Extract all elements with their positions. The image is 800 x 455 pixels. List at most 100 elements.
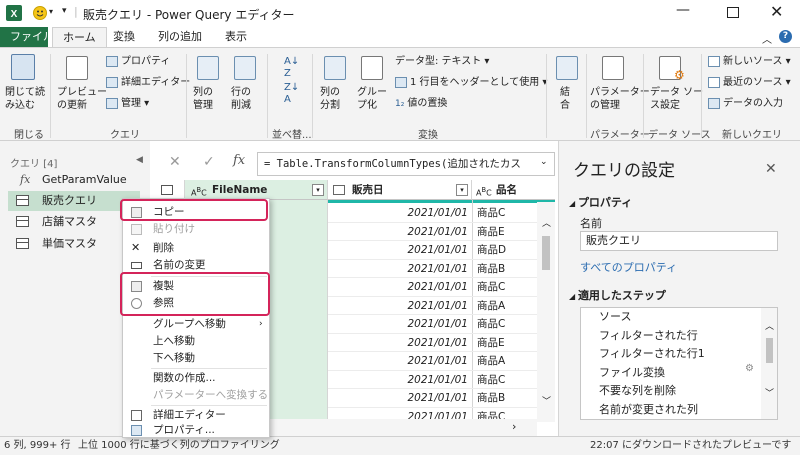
feedback-dropdown-icon[interactable]: ▾ [49,7,53,16]
cancel-formula-icon[interactable]: ✕ [169,154,181,170]
tab-view[interactable]: 表示 [215,27,257,47]
menu-item-create-function[interactable]: 関数の作成... [123,370,269,387]
filter-dropdown-icon[interactable]: ▾ [312,184,324,196]
tab-file[interactable]: ファイル [0,27,54,47]
close-and-load-button[interactable]: 閉じて読 み込む [5,86,45,112]
reduce-rows-button[interactable]: 行の 削減 [231,86,251,112]
applied-step-item[interactable]: ファイル変換 [599,364,665,382]
data-source-settings-button[interactable]: データ ソー ス設定 [650,86,703,112]
all-properties-link[interactable]: すべてのプロパティ [580,259,677,275]
menu-item-delete[interactable]: ✕ 削除 [123,240,269,257]
smiley-feedback-icon[interactable] [33,6,47,20]
data-type-dropdown[interactable]: データ型: テキスト ▾ [395,54,489,70]
filter-dropdown-icon[interactable]: ▾ [456,184,468,196]
replace-values-button[interactable]: 1₂ 値の置換 [395,96,447,112]
group-by-button[interactable]: グルー プ化 [357,86,387,112]
scroll-up-icon[interactable]: ︿ [542,216,551,229]
scrollbar-thumb[interactable] [766,338,773,363]
cell-sales-date[interactable]: 2021/01/01 [328,241,468,260]
cell-product[interactable]: 商品E [477,223,535,242]
confirm-formula-icon[interactable]: ✓ [203,154,215,170]
column-header-filename[interactable]: ABC FileName ▾ [185,180,328,200]
split-column-button[interactable]: 列の 分割 [320,86,340,112]
expand-formula-icon[interactable]: ⌄ [540,157,548,167]
vertical-scrollbar[interactable]: ︿ ﹀ [537,202,555,422]
advanced-editor-button[interactable]: 詳細エディター [106,75,190,91]
cell-sales-date[interactable]: 2021/01/01 [328,260,468,279]
steps-scrollbar[interactable]: ︿ ﹀ [761,308,777,419]
insert-function-icon[interactable]: fx [233,153,245,168]
manage-parameters-button[interactable]: パラメーター の管理 [590,86,650,112]
recent-sources-button[interactable]: 最近のソース ▾ [708,75,791,91]
table-menu-button[interactable] [155,180,185,200]
menu-item-paste[interactable]: 貼り付け [123,221,269,238]
cell-sales-date[interactable]: 2021/01/01 [328,371,468,390]
scroll-up-icon[interactable]: ︿ [765,319,774,332]
use-first-row-header-button[interactable]: 1 行目をヘッダーとして使用 ▾ [395,75,547,91]
maximize-button[interactable] [727,7,739,18]
enter-data-button[interactable]: データの入力 [708,96,783,112]
choose-columns-button[interactable]: 列の 管理 [193,86,213,112]
minimize-button[interactable]: — [676,2,690,18]
manage-button[interactable]: 管理 ▾ [106,96,149,112]
status-profiling-basis[interactable]: 上位 1000 行に基づく列のプロファイリング [78,437,280,455]
cell-sales-date[interactable]: 2021/01/01 [328,297,468,316]
menu-item-move-down[interactable]: 下へ移動 [123,350,269,367]
properties-section-header[interactable]: ◢ プロパティ [569,194,632,210]
cell-sales-date[interactable]: 2021/01/01 [328,334,468,353]
cell-sales-date[interactable]: 2021/01/01 [328,223,468,242]
collapse-ribbon-icon[interactable]: ︿ [762,31,772,46]
cell-product[interactable]: 商品A [477,352,535,371]
cell-sales-date[interactable]: 2021/01/01 [328,315,468,334]
close-window-button[interactable]: ✕ [770,2,783,21]
date-type-icon[interactable] [333,185,345,195]
scroll-down-icon[interactable]: ﹀ [765,386,774,399]
combine-button[interactable]: 結 合 [560,86,570,112]
menu-item-convert-to-parameter[interactable]: パラメーターへ変換する [123,387,269,404]
help-icon[interactable]: ? [779,30,792,43]
close-settings-icon[interactable]: ✕ [765,161,777,177]
query-item-price-master[interactable]: 単価マスタ [8,234,140,254]
cell-sales-date[interactable]: 2021/01/01 [328,204,468,223]
new-source-button[interactable]: 新しいソース ▾ [708,54,791,70]
cell-product[interactable]: 商品C [477,204,535,223]
scrollbar-thumb[interactable] [542,236,550,270]
cell-product[interactable]: 商品A [477,297,535,316]
cell-sales-date[interactable]: 2021/01/01 [328,352,468,371]
sort-ascending-icon[interactable]: A↓ Z [284,56,299,80]
properties-button[interactable]: プロパティ [106,54,170,70]
tab-transform[interactable]: 変換 [103,27,145,47]
sort-descending-icon[interactable]: Z↓ A [284,82,299,106]
cell-sales-date[interactable]: 2021/01/01 [328,278,468,297]
cell-product[interactable]: 商品C [477,278,535,297]
menu-item-properties[interactable]: プロパティ... [123,422,269,439]
tab-add-column[interactable]: 列の追加 [148,27,212,47]
query-name-input[interactable]: 販売クエリ [580,231,778,251]
collapse-queries-icon[interactable]: ◀ [136,155,143,165]
cell-product[interactable]: 商品D [477,241,535,260]
refresh-preview-button[interactable]: プレビュー の更新 [57,86,107,112]
scroll-right-icon[interactable]: › [512,420,516,433]
tab-home[interactable]: ホーム [52,27,107,47]
applied-step-item[interactable]: ソース [599,308,631,326]
scroll-down-icon[interactable]: ﹀ [542,394,551,407]
menu-item-move-up[interactable]: 上へ移動 [123,333,269,350]
applied-step-item[interactable]: フィルターされた行1 [599,345,705,363]
column-header-product[interactable]: ABC 品名 [472,180,555,200]
column-header-sales-date[interactable]: 販売日 ▾ [328,180,472,200]
cell-product[interactable]: 商品C [477,371,535,390]
applied-step-item[interactable]: 名前が変更された列 [599,401,698,419]
cell-product[interactable]: 商品E [477,334,535,353]
step-settings-gear-icon[interactable]: ⚙ [745,363,754,374]
query-item-getparamvalue[interactable]: fx GetParamValue [8,170,140,190]
applied-step-item[interactable]: 不要な列を削除 [599,382,676,400]
cell-product[interactable]: 商品B [477,389,535,408]
applied-step-item[interactable]: フィルターされた行 [599,327,698,345]
qat-customize-icon[interactable]: ▾ [62,6,67,16]
applied-steps-header[interactable]: ◢ 適用したステップ [569,287,666,303]
cell-product[interactable]: 商品B [477,260,535,279]
cell-product[interactable]: 商品C [477,315,535,334]
cell-sales-date[interactable]: 2021/01/01 [328,389,468,408]
menu-item-move-to-group[interactable]: グループへ移動 › [123,316,269,333]
formula-input[interactable]: = Table.TransformColumnTypes(追加されたカス [257,152,555,176]
